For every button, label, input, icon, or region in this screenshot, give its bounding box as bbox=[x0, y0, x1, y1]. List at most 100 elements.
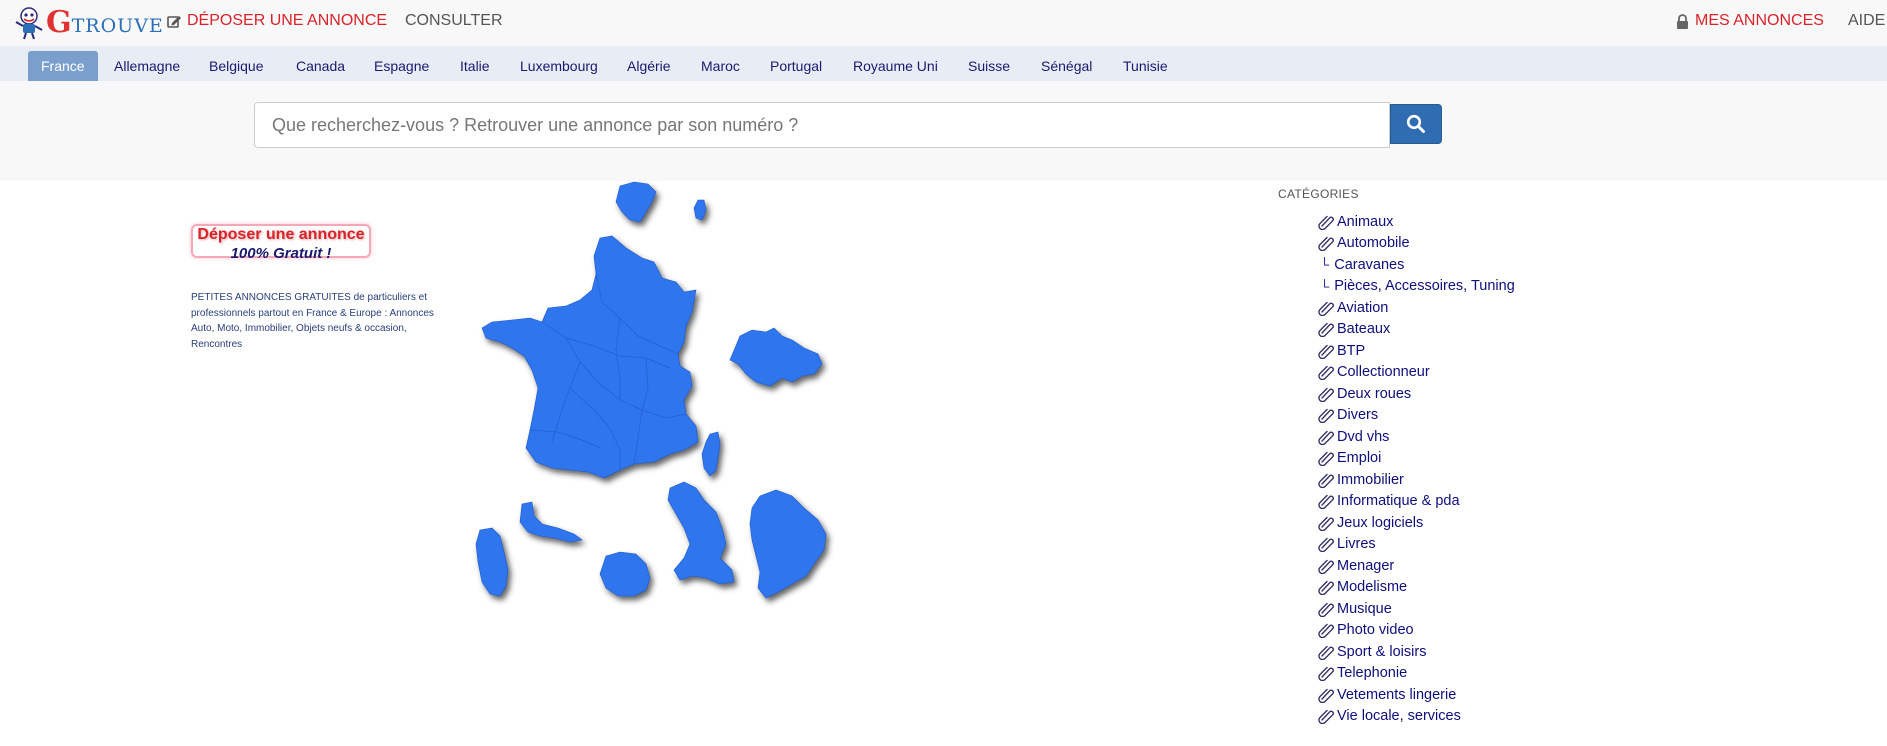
nav-deposer-label: DÉPOSER UNE ANNONCE bbox=[187, 12, 388, 29]
map-region-martinique bbox=[667, 481, 735, 585]
category-bateaux[interactable]: Bateaux bbox=[1318, 319, 1515, 341]
tab-country-espagne[interactable]: Espagne bbox=[361, 51, 442, 82]
promo-deposer-button[interactable]: Déposer une annonce 100% Gratuit ! bbox=[191, 224, 371, 262]
map-region-corse bbox=[701, 431, 721, 477]
category-label: Caravanes bbox=[1334, 256, 1405, 273]
site-logo[interactable]: G TROUVE bbox=[14, 4, 164, 42]
logo-letter: G bbox=[46, 5, 72, 40]
nav-mes-annonces[interactable]: MES ANNONCES bbox=[1676, 11, 1824, 31]
tab-country-maroc[interactable]: Maroc bbox=[688, 51, 753, 82]
category-label: Pièces, Accessoires, Tuning bbox=[1334, 278, 1515, 295]
paperclip-icon bbox=[1318, 495, 1334, 510]
paperclip-icon bbox=[1318, 602, 1334, 617]
category-aviation[interactable]: Aviation bbox=[1318, 297, 1515, 319]
nav-consulter[interactable]: CONSULTER bbox=[405, 11, 503, 31]
paperclip-icon bbox=[1318, 473, 1334, 488]
category-caravanes[interactable]: └ Caravanes bbox=[1318, 254, 1515, 276]
category-menager[interactable]: Menager bbox=[1318, 555, 1515, 577]
category-deux-roues[interactable]: Deux roues bbox=[1318, 383, 1515, 405]
paperclip-icon bbox=[1318, 688, 1334, 703]
category-collectionneur[interactable]: Collectionneur bbox=[1318, 362, 1515, 384]
category-jeux-logiciels[interactable]: Jeux logiciels bbox=[1318, 512, 1515, 534]
tab-country-royaume-uni[interactable]: Royaume Uni bbox=[840, 51, 951, 82]
category-label: Automobile bbox=[1337, 235, 1410, 252]
category-label: Vie locale, services bbox=[1337, 708, 1461, 725]
category-label: Aviation bbox=[1337, 299, 1389, 316]
categories-title: CATÉGORIES bbox=[1278, 187, 1359, 201]
tab-country-italie[interactable]: Italie bbox=[447, 51, 503, 82]
category-label: Dvd vhs bbox=[1337, 428, 1390, 445]
category-label: Emploi bbox=[1337, 450, 1382, 467]
category-label: Modelisme bbox=[1337, 579, 1408, 596]
category-pieces-accessoires-tuning[interactable]: └ Pièces, Accessoires, Tuning bbox=[1318, 276, 1515, 298]
tab-country-portugal[interactable]: Portugal bbox=[757, 51, 835, 82]
category-immobilier[interactable]: Immobilier bbox=[1318, 469, 1515, 491]
category-btp[interactable]: BTP bbox=[1318, 340, 1515, 362]
france-map[interactable] bbox=[470, 178, 870, 608]
category-informatique-pda[interactable]: Informatique & pda bbox=[1318, 491, 1515, 513]
tab-country-allemagne[interactable]: Allemagne bbox=[101, 51, 193, 82]
paperclip-icon bbox=[1318, 323, 1334, 338]
tab-country-algerie[interactable]: Algérie bbox=[614, 51, 684, 82]
tab-country-canada[interactable]: Canada bbox=[283, 51, 358, 82]
category-telephonie[interactable]: Telephonie bbox=[1318, 663, 1515, 685]
top-navbar: G TROUVE DÉPOSER UNE ANNONCE CONSULTER M… bbox=[0, 0, 1887, 46]
map-region-saint-pierre-miquelon bbox=[615, 181, 657, 223]
tab-country-belgique[interactable]: Belgique bbox=[196, 51, 277, 82]
category-label: Informatique & pda bbox=[1337, 493, 1460, 510]
category-label: BTP bbox=[1337, 342, 1366, 359]
category-divers[interactable]: Divers bbox=[1318, 405, 1515, 427]
paperclip-icon bbox=[1318, 430, 1334, 445]
search-button[interactable] bbox=[1390, 104, 1442, 144]
paperclip-icon bbox=[1318, 452, 1334, 467]
category-label: Photo video bbox=[1337, 622, 1414, 639]
category-animaux[interactable]: Animaux bbox=[1318, 211, 1515, 233]
category-label: Bateaux bbox=[1337, 321, 1391, 338]
lock-icon bbox=[1677, 13, 1688, 29]
category-automobile[interactable]: Automobile bbox=[1318, 233, 1515, 255]
category-photo-video[interactable]: Photo video bbox=[1318, 620, 1515, 642]
logo-text: TROUVE bbox=[71, 15, 164, 37]
category-emploi[interactable]: Emploi bbox=[1318, 448, 1515, 470]
tab-country-suisse[interactable]: Suisse bbox=[955, 51, 1023, 82]
mascot-icon bbox=[15, 7, 43, 40]
tab-country-senegal[interactable]: Sénégal bbox=[1028, 51, 1105, 82]
search-input[interactable]: Que recherchez-vous ? Retrouver une anno… bbox=[254, 102, 1390, 148]
category-label: Immobilier bbox=[1337, 471, 1404, 488]
category-musique[interactable]: Musique bbox=[1318, 598, 1515, 620]
category-dvd-vhs[interactable]: Dvd vhs bbox=[1318, 426, 1515, 448]
category-vetements-lingerie[interactable]: Vetements lingerie bbox=[1318, 684, 1515, 706]
category-sport-loisirs[interactable]: Sport & loisirs bbox=[1318, 641, 1515, 663]
category-label: Collectionneur bbox=[1337, 364, 1430, 381]
paperclip-icon bbox=[1318, 387, 1334, 402]
category-label: Menager bbox=[1337, 557, 1395, 574]
category-modelisme[interactable]: Modelisme bbox=[1318, 577, 1515, 599]
promo-line-2: 100% Gratuit ! bbox=[230, 245, 332, 262]
paperclip-icon bbox=[1318, 237, 1334, 252]
country-tabs: France Allemagne Belgique Canada Espagne… bbox=[0, 46, 1887, 82]
map-region-miquelon-small bbox=[693, 199, 707, 221]
search-icon bbox=[1406, 114, 1425, 133]
category-label: Jeux logiciels bbox=[1337, 514, 1424, 531]
subcategory-arrow-icon: └ bbox=[1320, 257, 1330, 273]
paperclip-icon bbox=[1318, 581, 1334, 596]
search-band: Que recherchez-vous ? Retrouver une anno… bbox=[0, 81, 1887, 181]
category-label: Deux roues bbox=[1337, 385, 1412, 402]
nav-deposer-annonce[interactable]: DÉPOSER UNE ANNONCE bbox=[167, 11, 387, 31]
category-vie-locale-services[interactable]: Vie locale, services bbox=[1318, 706, 1515, 728]
tab-country-france[interactable]: France bbox=[28, 51, 98, 82]
category-livres[interactable]: Livres bbox=[1318, 534, 1515, 556]
category-label: Musique bbox=[1337, 600, 1392, 617]
tab-country-tunisie[interactable]: Tunisie bbox=[1110, 51, 1181, 82]
paperclip-icon bbox=[1318, 645, 1334, 660]
category-label: Telephonie bbox=[1337, 665, 1408, 682]
paperclip-icon bbox=[1318, 538, 1334, 553]
paperclip-icon bbox=[1318, 710, 1334, 725]
category-label: Sport & loisirs bbox=[1337, 643, 1427, 660]
paperclip-icon bbox=[1318, 301, 1334, 316]
map-region-suisse bbox=[729, 327, 823, 387]
paperclip-icon bbox=[1318, 409, 1334, 424]
tab-country-luxembourg[interactable]: Luxembourg bbox=[507, 51, 611, 82]
nav-aide[interactable]: AIDE bbox=[1848, 11, 1885, 31]
site-description: PETITES ANNONCES GRATUITES de particulie… bbox=[191, 292, 434, 350]
